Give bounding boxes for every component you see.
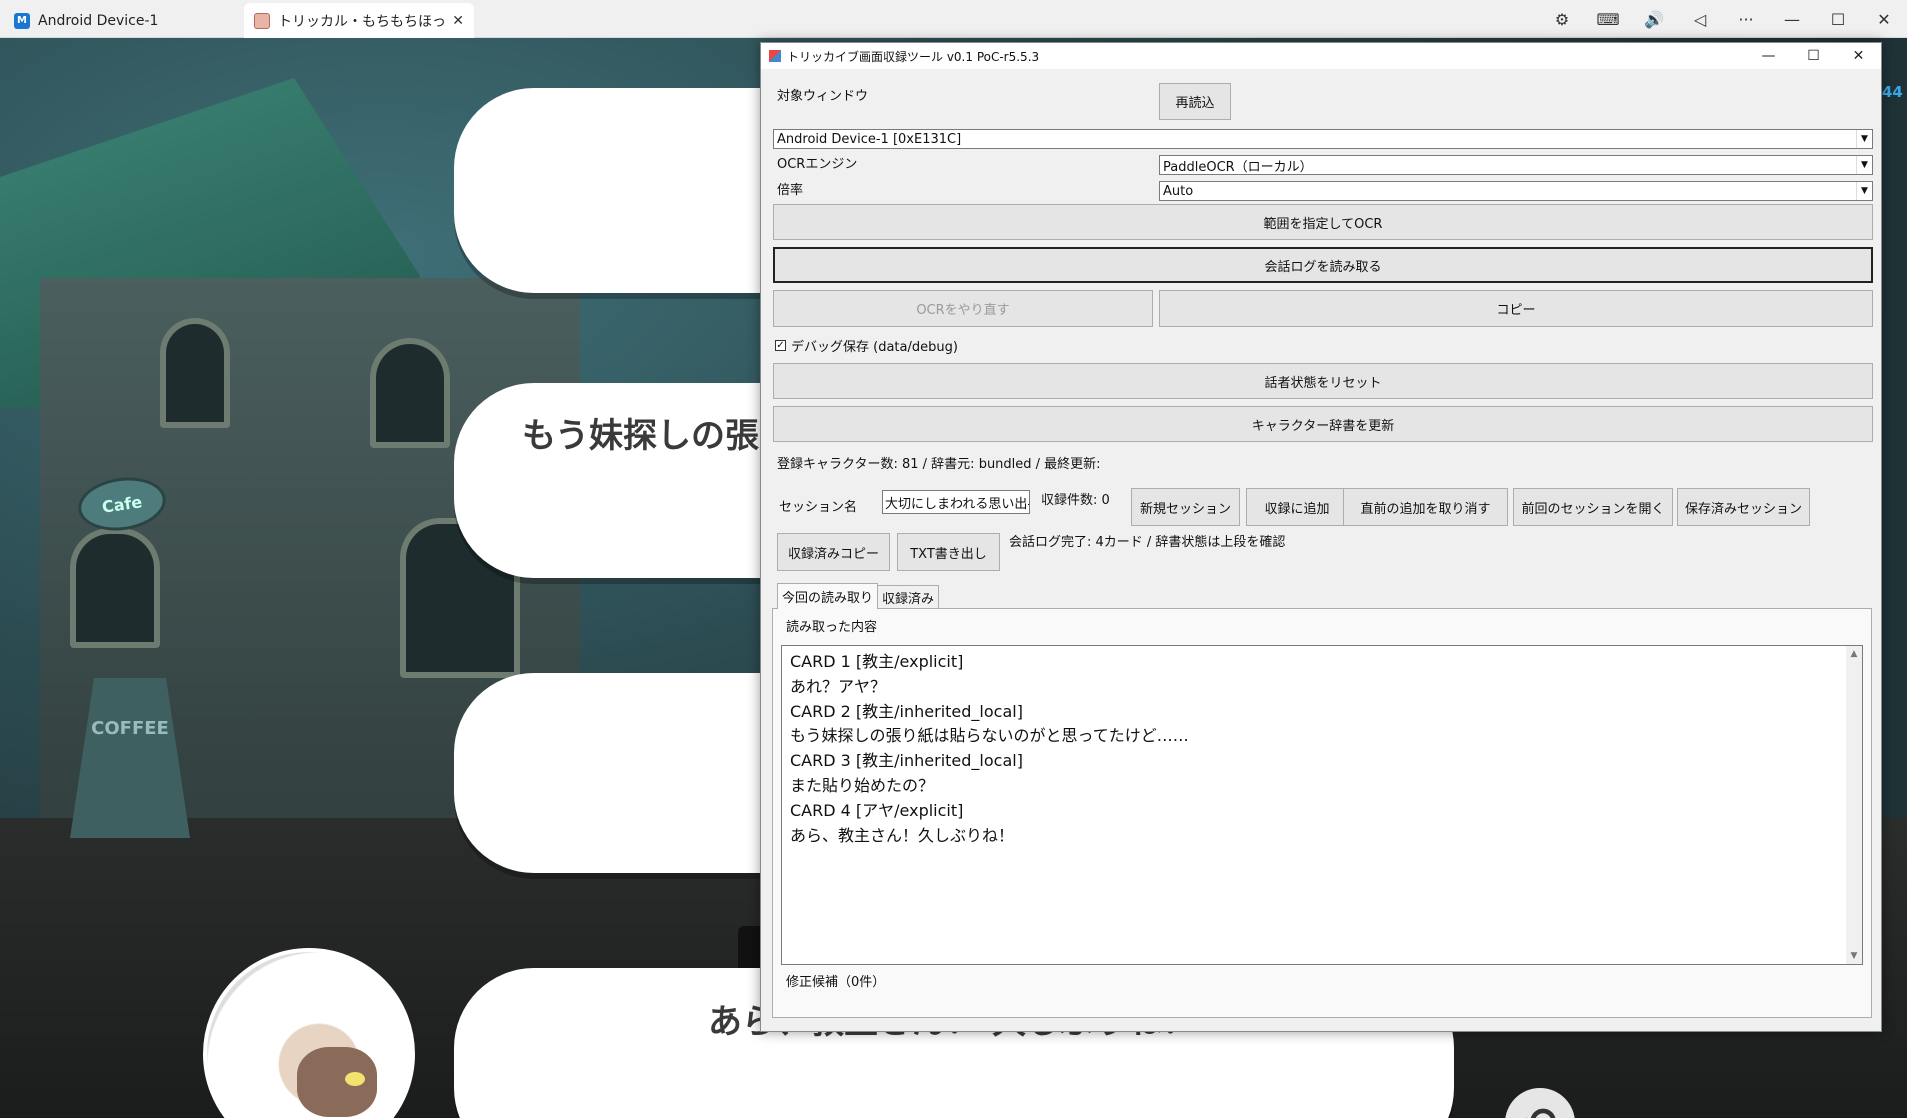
txt-export-button[interactable]: TXT書き出し xyxy=(897,533,1000,571)
ocr-engine-select[interactable]: PaddleOCR（ローカル） ▼ xyxy=(1159,155,1873,175)
text-line: CARD 4 [アヤ/explicit] xyxy=(790,800,964,820)
avatar-eye xyxy=(345,1072,365,1086)
record-count: 収録件数: 0 xyxy=(1041,493,1110,508)
saved-sessions-button[interactable]: 保存済みセッション xyxy=(1677,488,1810,526)
copy-recorded-button[interactable]: 収録済みコピー xyxy=(777,533,890,571)
select-value: Android Device-1 [0xE131C] xyxy=(777,131,962,147)
maximize-icon[interactable]: ☐ xyxy=(1815,0,1861,38)
close-icon[interactable]: ✕ xyxy=(1836,43,1881,69)
dict-status: 登録キャラクター数: 81 / 辞書元: bundled / 最終更新: xyxy=(777,457,1101,472)
read-content-textbox[interactable]: CARD 1 [教主/explicit] あれ？アヤ？ CARD 2 [教主/i… xyxy=(781,645,1863,965)
tab-current-read[interactable]: 今回の読み取り xyxy=(777,583,879,609)
target-window-select[interactable]: Android Device-1 [0xE131C] ▼ xyxy=(773,129,1873,149)
scroll-up-icon[interactable]: ▲ xyxy=(1846,646,1862,662)
house-window xyxy=(160,318,230,428)
target-window-label: 対象ウィンドウ xyxy=(777,89,869,104)
text-line: あら、教主さん！久しぶりね！ xyxy=(790,825,1015,845)
scale-label: 倍率 xyxy=(777,183,804,198)
undo-add-button[interactable]: 直前の追加を取り消す xyxy=(1343,488,1508,526)
select-value: PaddleOCR（ローカル） xyxy=(1163,159,1313,175)
minimize-icon[interactable]: — xyxy=(1746,43,1791,69)
more-icon[interactable]: ··· xyxy=(1723,0,1769,38)
corrections-label: 修正候補（0件） xyxy=(786,975,886,990)
scroll-down-icon[interactable]: ▼ xyxy=(1846,948,1862,964)
tool-app-icon xyxy=(769,50,781,62)
emulator-app-icon: M xyxy=(14,12,30,29)
house-window xyxy=(370,338,450,448)
dialogue-text: もう妹探しの張 xyxy=(522,416,759,456)
tool-titlebar[interactable]: トリッカイブ画面収録ツール v0.1 PoC-r5.5.3 — ☐ ✕ xyxy=(761,43,1881,69)
minimize-icon[interactable]: — xyxy=(1769,0,1815,38)
avatar-face xyxy=(297,1047,377,1117)
check-icon[interactable]: ✓ xyxy=(775,340,786,351)
chevron-down-icon[interactable]: ▼ xyxy=(1856,130,1872,148)
redo-ocr-button[interactable]: OCRをやり直す xyxy=(773,290,1153,327)
update-dict-button[interactable]: キャラクター辞書を更新 xyxy=(773,406,1873,442)
tab-label: トリッカル・もちもちほっぺ大作戦 xyxy=(278,13,446,30)
text-line: CARD 1 [教主/explicit] xyxy=(790,652,964,671)
house-window xyxy=(70,528,160,648)
debug-save-checkbox[interactable]: ✓ デバッグ保存 (data/debug) xyxy=(775,336,958,355)
tab-recorded[interactable]: 収録済み xyxy=(877,585,940,609)
emulator-toolbar: ⚙ ⌨ 🔊 ◁ ··· — ☐ ✕ xyxy=(1539,0,1907,38)
tool-window: トリッカイブ画面収録ツール v0.1 PoC-r5.5.3 — ☐ ✕ 対象ウィ… xyxy=(760,42,1882,1032)
tool-title: トリッカイブ画面収録ツール v0.1 PoC-r5.5.3 xyxy=(787,49,1040,64)
tab-game[interactable]: トリッカル・もちもちほっぺ大作戦 ✕ xyxy=(244,3,474,38)
tab-android-device[interactable]: M Android Device-1 xyxy=(4,3,242,38)
edge-number: 44 xyxy=(1882,83,1903,101)
device-settings-icon[interactable]: ⚙ xyxy=(1539,0,1585,38)
ocr-engine-label: OCRエンジン xyxy=(777,157,858,172)
close-icon[interactable]: ✕ xyxy=(1861,0,1907,38)
chevron-down-icon[interactable]: ▼ xyxy=(1856,156,1872,174)
ocr-range-button[interactable]: 範囲を指定してOCR xyxy=(773,204,1873,240)
session-label: セッション名 xyxy=(779,500,858,515)
volume-icon[interactable]: 🔊 xyxy=(1631,0,1677,38)
tab-label: Android Device-1 xyxy=(38,12,159,29)
select-value: Auto xyxy=(1163,183,1194,199)
copy-button[interactable]: コピー xyxy=(1159,290,1873,327)
add-record-button[interactable]: 収録に追加 xyxy=(1246,488,1348,526)
log-status: 会話ログ完了: 4カード / 辞書状態は上段を確認 xyxy=(1009,535,1286,550)
keyboard-icon[interactable]: ⌨ xyxy=(1585,0,1631,38)
read-content-label: 読み取った内容 xyxy=(786,620,878,635)
text-line: あれ？アヤ？ xyxy=(790,676,887,696)
emulator-topbar: M Android Device-1 トリッカル・もちもちほっぺ大作戦 ✕ ⚙ … xyxy=(0,0,1907,38)
text-line: CARD 3 [教主/inherited_local] xyxy=(790,751,1023,771)
maximize-icon[interactable]: ☐ xyxy=(1791,43,1836,69)
scale-select[interactable]: Auto ▼ xyxy=(1159,181,1873,201)
close-tab-icon[interactable]: ✕ xyxy=(452,13,464,29)
back-triangle-icon[interactable]: ◁ xyxy=(1677,0,1723,38)
game-app-icon xyxy=(254,12,270,29)
reload-button[interactable]: 再読込 xyxy=(1159,83,1231,120)
text-line: CARD 2 [教主/inherited_local] xyxy=(790,701,1023,721)
chevron-down-icon[interactable]: ▼ xyxy=(1856,182,1872,200)
session-name-input[interactable]: 大切にしまわれる思い出-1 xyxy=(882,490,1030,514)
reset-speaker-button[interactable]: 話者状態をリセット xyxy=(773,363,1873,399)
debug-save-label: デバッグ保存 (data/debug) xyxy=(791,340,958,355)
text-line: もう妹探しの張り紙は貼らないのがと思ってたけど…… xyxy=(790,726,1189,746)
read-log-button[interactable]: 会話ログを読み取る xyxy=(773,247,1873,283)
new-session-button[interactable]: 新規セッション xyxy=(1131,488,1240,526)
vertical-scrollbar[interactable]: ▲ ▼ xyxy=(1846,646,1862,964)
text-line: また貼り始めたの？ xyxy=(790,775,935,795)
open-prev-session-button[interactable]: 前回のセッションを開く xyxy=(1513,488,1673,526)
